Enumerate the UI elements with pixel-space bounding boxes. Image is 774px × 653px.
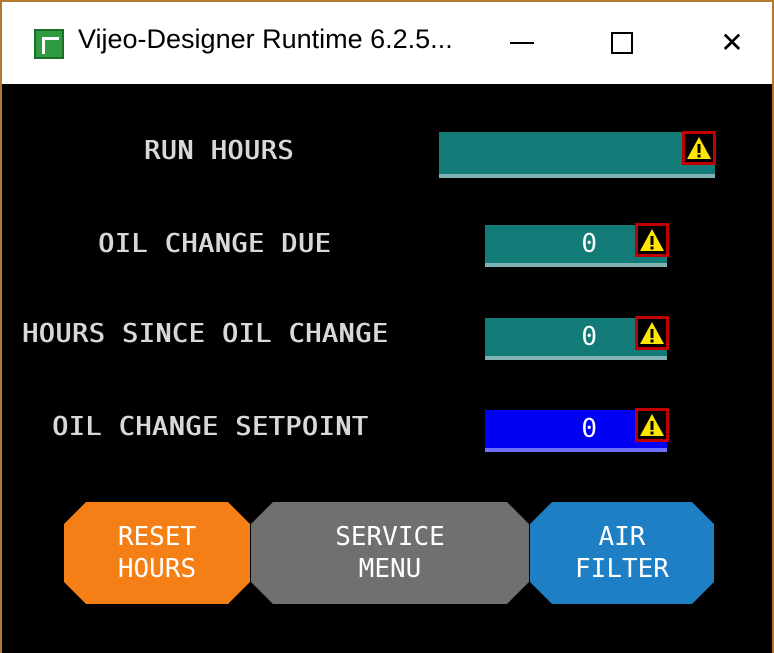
minimize-button[interactable] xyxy=(492,18,552,68)
air-filter-label: AIR FILTER xyxy=(575,521,669,585)
vijeo-app-icon xyxy=(34,29,64,59)
warning-triangle-icon xyxy=(682,131,716,165)
reset-hours-button[interactable]: RESET HOURS xyxy=(64,502,250,604)
reset-hours-line2: HOURS xyxy=(117,554,197,584)
reset-hours-label: RESET HOURS xyxy=(118,521,196,585)
service-menu-label: SERVICE MENU xyxy=(335,521,445,585)
warning-triangle-icon xyxy=(635,223,669,257)
warning-triangle-icon xyxy=(635,408,669,442)
warning-triangle-icon xyxy=(635,316,669,350)
service-menu-button[interactable]: SERVICE MENU xyxy=(251,502,529,604)
hmi-screen: RUN HOURS OIL CHANGE DUE 0 HOURS SINCE O… xyxy=(2,84,772,653)
runtime-window: Vijeo-Designer Runtime 6.2.5... ✕ RUN HO… xyxy=(0,0,774,653)
service-menu-line1: SERVICE xyxy=(335,522,445,552)
oil-change-setpoint-label: OIL CHANGE SETPOINT xyxy=(52,412,369,442)
oil-change-due-value: 0 xyxy=(581,229,597,259)
window-title: Vijeo-Designer Runtime 6.2.5... xyxy=(78,24,453,54)
minimize-icon xyxy=(510,42,534,44)
title-bar[interactable]: Vijeo-Designer Runtime 6.2.5... ✕ xyxy=(2,2,772,84)
oil-change-due-label: OIL CHANGE DUE xyxy=(98,229,332,259)
air-filter-line2: FILTER xyxy=(575,554,669,584)
air-filter-line1: AIR xyxy=(598,522,646,552)
maximize-button[interactable] xyxy=(592,18,652,68)
maximize-icon xyxy=(611,32,633,54)
service-menu-line2: MENU xyxy=(358,554,422,584)
hours-since-oil-change-label: HOURS SINCE OIL CHANGE xyxy=(22,319,389,349)
close-icon: ✕ xyxy=(720,26,744,59)
reset-hours-line1: RESET xyxy=(117,522,197,552)
air-filter-button[interactable]: AIR FILTER xyxy=(530,502,714,604)
close-button[interactable]: ✕ xyxy=(702,18,762,68)
oil-change-setpoint-value: 0 xyxy=(581,414,597,444)
hours-since-oil-change-value: 0 xyxy=(581,322,597,352)
run-hours-field[interactable] xyxy=(439,132,715,178)
run-hours-label: RUN HOURS xyxy=(144,136,294,166)
